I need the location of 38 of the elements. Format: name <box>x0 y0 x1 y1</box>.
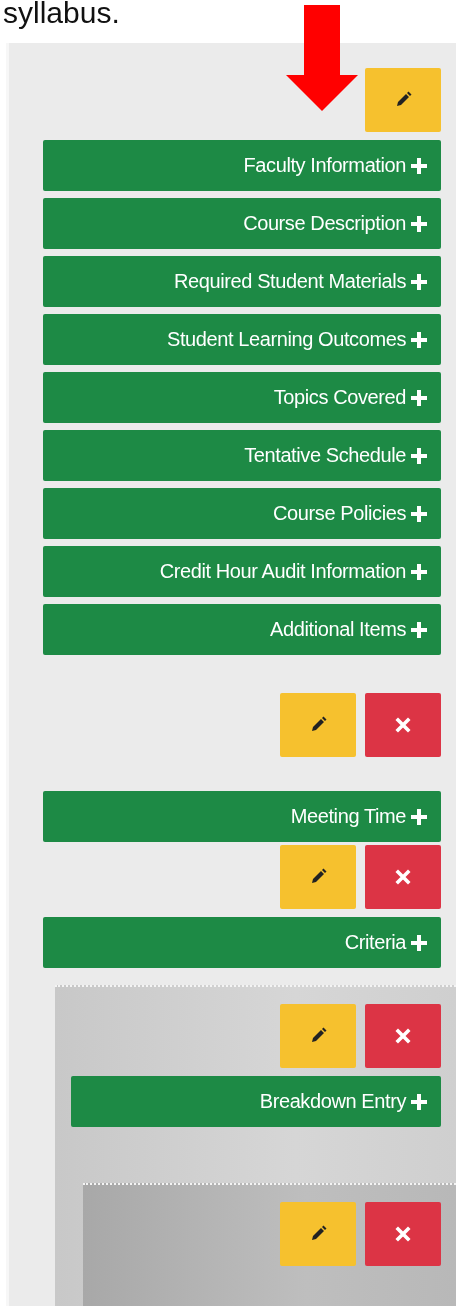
plus-icon <box>409 155 429 176</box>
delete-button[interactable] <box>365 1004 441 1068</box>
section-button[interactable]: Meeting Time <box>43 791 441 842</box>
plus-icon <box>409 619 429 640</box>
section-button[interactable]: Credit Hour Audit Information <box>43 546 441 597</box>
close-icon <box>393 1026 413 1046</box>
edit-button[interactable] <box>280 1202 356 1266</box>
edit-button[interactable] <box>365 68 441 132</box>
delete-button[interactable] <box>365 845 441 909</box>
caption-text: syllabus. <box>3 0 120 30</box>
plus-icon <box>409 1091 429 1112</box>
section-button[interactable]: Additional Items <box>43 604 441 655</box>
plus-icon <box>409 932 429 953</box>
section-button[interactable]: Tentative Schedule <box>43 430 441 481</box>
close-icon <box>393 1224 413 1244</box>
plus-icon <box>409 561 429 582</box>
plus-icon <box>409 213 429 234</box>
plus-icon <box>409 329 429 350</box>
edit-button[interactable] <box>280 1004 356 1068</box>
section-button[interactable]: Topics Covered <box>43 372 441 423</box>
plus-icon <box>409 806 429 827</box>
section-button[interactable]: Course Description <box>43 198 441 249</box>
section-button[interactable]: Breakdown Entry <box>71 1076 441 1127</box>
plus-icon <box>409 271 429 292</box>
close-icon <box>393 867 413 887</box>
section-button[interactable]: Required Student Materials <box>43 256 441 307</box>
section-button[interactable]: Faculty Information <box>43 140 441 191</box>
plus-icon <box>409 387 429 408</box>
delete-button[interactable] <box>365 1202 441 1266</box>
plus-icon <box>409 503 429 524</box>
delete-button[interactable] <box>365 693 441 757</box>
edit-button[interactable] <box>280 693 356 757</box>
plus-icon <box>409 445 429 466</box>
edit-button[interactable] <box>280 845 356 909</box>
section-button[interactable]: Course Policies <box>43 488 441 539</box>
close-icon <box>393 715 413 735</box>
section-button[interactable]: Student Learning Outcomes <box>43 314 441 365</box>
section-button[interactable]: Criteria <box>43 917 441 968</box>
